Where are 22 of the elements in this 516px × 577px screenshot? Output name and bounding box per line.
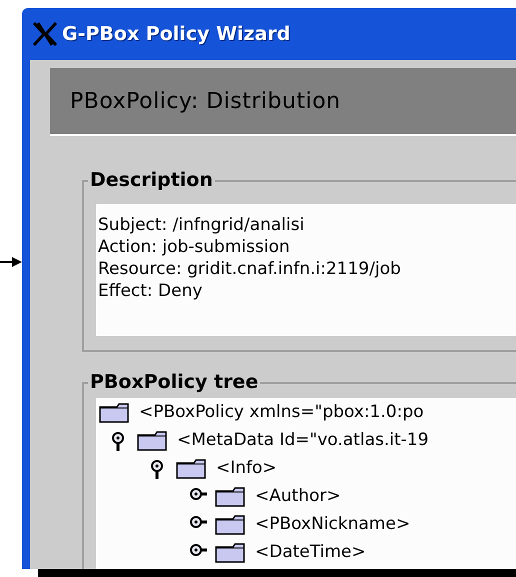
window-title: G-PBox Policy Wizard (62, 22, 290, 47)
description-line: Action: job-submission (98, 236, 290, 258)
description-text-area[interactable]: Subject: /infngrid/analisi Action: job-submission Resource: gridit.cnaf.infn.i:2119/job Effect: Deny (96, 204, 516, 336)
description-line: Effect: Deny (98, 280, 202, 302)
page-title: PBoxPolicy: Distribution (70, 88, 341, 116)
folder-icon (215, 515, 245, 535)
tree-node-label[interactable]: <PBoxNickname> (255, 512, 410, 538)
folder-icon (176, 459, 206, 479)
tree-node-label[interactable]: <PBoxPolicy xmlns="pbox:1.0:po (139, 400, 424, 426)
x-logo-icon (32, 21, 58, 47)
folder-icon (215, 487, 245, 507)
description-line: Resource: gridit.cnaf.infn.i:2119/job (98, 258, 401, 280)
folder-icon (137, 431, 167, 451)
folder-icon (99, 403, 129, 423)
annotation-arrow (0, 256, 22, 268)
folder-icon (215, 543, 245, 563)
description-line: Subject: /infngrid/analisi (98, 214, 304, 236)
tree-node-label[interactable]: <DateTime> (255, 540, 366, 566)
tree-node-label[interactable]: <MetaData Id="vo.atlas.it-19 (177, 428, 429, 454)
tree-node-label[interactable]: <Info> (216, 456, 277, 482)
tree-view[interactable]: <PBoxPolicy xmlns="pbox:1.0:po <MetaData Id="vo.atlas.it-19 <Info> <Author> <PBoxNickname> <DateTime> (96, 398, 516, 569)
tree-node-label[interactable]: <Author> (255, 484, 341, 510)
